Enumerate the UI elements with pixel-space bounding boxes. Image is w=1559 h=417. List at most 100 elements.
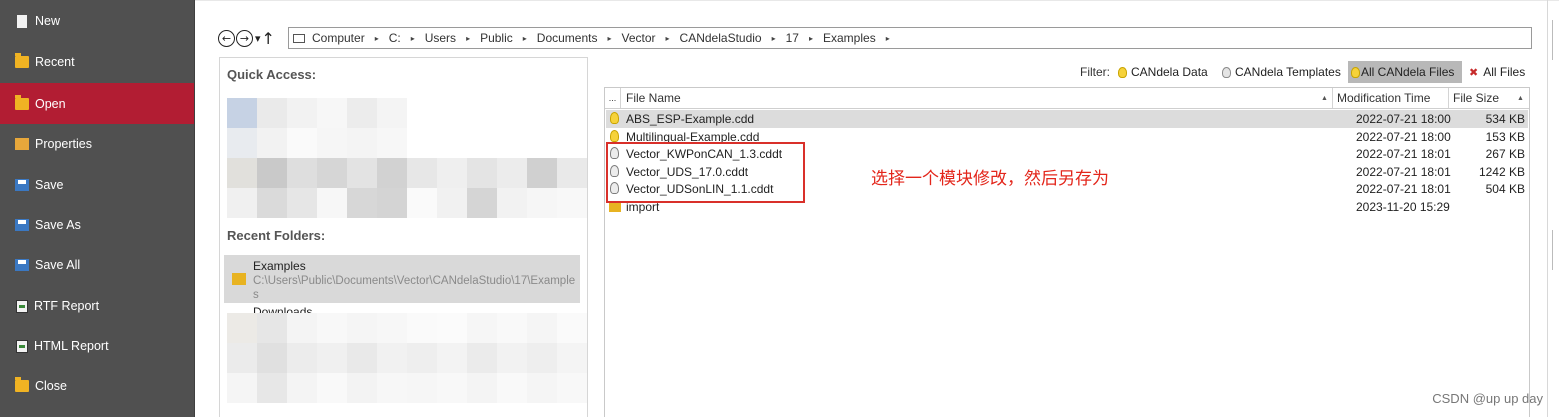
recent-folder-name: Examples xyxy=(253,259,306,273)
filter-candela-data[interactable]: CANdela Data xyxy=(1118,61,1216,83)
menu-rtf-report[interactable]: RTF Report xyxy=(0,286,194,326)
folder-outline-icon xyxy=(293,33,305,43)
folder-icon xyxy=(15,53,29,68)
file-size: 267 KB xyxy=(1485,147,1525,161)
menu-new-label: New xyxy=(35,14,61,28)
file-time: 2022-07-21 18:00 xyxy=(1356,129,1451,144)
crumb-candelastudio[interactable]: CANdelaStudio xyxy=(680,31,762,45)
file-time: 2022-07-21 18:00 xyxy=(1356,112,1451,126)
crumb-separator-icon[interactable]: ▸ xyxy=(411,34,415,43)
crumb-public[interactable]: Public xyxy=(480,31,513,45)
crumb-17[interactable]: 17 xyxy=(786,31,799,45)
file-row[interactable]: ABS_ESP-Example.cdd 2022-07-21 18:00 534… xyxy=(606,110,1528,128)
close-folder-icon xyxy=(15,377,29,392)
menu-properties-label: Properties xyxy=(35,137,92,151)
crumb-separator-icon[interactable]: ▸ xyxy=(375,34,379,43)
crumb-separator-icon[interactable]: ▸ xyxy=(466,34,470,43)
recent-folder-item[interactable]: Examples C:\Users\Public\Documents\Vecto… xyxy=(224,255,580,303)
crumb-separator-icon[interactable]: ▸ xyxy=(523,34,527,43)
sort-indicator-icon: ▲ xyxy=(1517,94,1524,102)
crumb-examples[interactable]: Examples xyxy=(823,31,876,45)
crumb-separator-icon[interactable]: ▸ xyxy=(666,34,670,43)
html-report-icon xyxy=(16,339,28,353)
up-folder-icon[interactable]: ↑ xyxy=(262,29,275,48)
menu-save-as-label: Save As xyxy=(35,218,81,232)
top-divider xyxy=(195,0,1559,1)
crumb-users[interactable]: Users xyxy=(425,31,456,45)
save-all-icon xyxy=(15,259,29,271)
crumb-vector[interactable]: Vector xyxy=(622,31,656,45)
file-size: 504 KB xyxy=(1485,182,1525,196)
menu-open-label: Open xyxy=(35,96,66,111)
menu-open[interactable]: Open xyxy=(0,83,194,124)
bulb-yellow-icon xyxy=(610,112,619,124)
right-panel-edge xyxy=(1547,0,1559,417)
quick-access-items-redacted[interactable] xyxy=(227,98,407,158)
menu-save-all-label: Save All xyxy=(35,258,81,272)
forward-arrow-icon: → xyxy=(239,32,250,45)
filter-all-candela-files-label: All CANdela Files xyxy=(1361,65,1455,79)
clear-filter-icon: ✖ xyxy=(1469,65,1479,79)
navigation-buttons: ← → ▾ ↑ xyxy=(218,29,275,48)
annotation-highlight-box xyxy=(606,142,805,203)
back-button[interactable]: ← xyxy=(218,30,235,47)
folder-icon xyxy=(232,273,246,285)
folder-icon xyxy=(609,201,621,212)
recent-folders-title: Recent Folders: xyxy=(227,228,326,243)
save-icon xyxy=(15,179,29,191)
bulb-yellow-icon xyxy=(610,129,619,142)
menu-close[interactable]: Close xyxy=(0,366,194,406)
file-size: 1242 KB xyxy=(1478,164,1525,179)
properties-icon xyxy=(15,138,29,150)
bulb-white-icon xyxy=(1222,66,1231,78)
filter-candela-data-label: CANdela Data xyxy=(1131,65,1208,79)
menu-save-all[interactable]: Save All xyxy=(0,245,194,285)
sort-ascending-icon: ▲ xyxy=(1321,94,1328,102)
column-expander[interactable]: ... xyxy=(605,88,621,108)
filter-candela-templates[interactable]: CANdela Templates xyxy=(1222,61,1346,83)
file-time: 2023-11-20 15:29 xyxy=(1356,199,1450,214)
column-file-size[interactable]: File Size ▲ xyxy=(1449,88,1529,108)
quick-access-items-redacted-2[interactable] xyxy=(227,158,587,218)
crumb-separator-icon[interactable]: ▸ xyxy=(772,34,776,43)
backstage-sidebar: New Recent Open Properties Save Save As … xyxy=(0,0,195,417)
column-file-size-label: File Size xyxy=(1453,91,1500,105)
address-breadcrumb[interactable]: Computer ▸ C: ▸ Users ▸ Public ▸ Documen… xyxy=(288,27,1532,49)
forward-button[interactable]: → xyxy=(236,30,253,47)
menu-close-label: Close xyxy=(35,379,67,393)
filter-all-files[interactable]: ✖ All Files xyxy=(1469,61,1531,83)
recent-folders-redacted[interactable] xyxy=(227,313,587,403)
crumb-drive-c[interactable]: C: xyxy=(389,31,401,45)
menu-save[interactable]: Save xyxy=(0,165,194,205)
menu-recent[interactable]: Recent xyxy=(0,42,194,82)
menu-html-report[interactable]: HTML Report xyxy=(0,326,194,366)
crumb-separator-icon[interactable]: ▸ xyxy=(607,34,611,43)
crumb-separator-icon[interactable]: ▸ xyxy=(809,34,813,43)
rtf-report-icon xyxy=(16,299,28,313)
new-document-icon xyxy=(17,14,27,28)
menu-rtf-report-label: RTF Report xyxy=(34,299,100,313)
column-file-name-label: File Name xyxy=(626,91,681,105)
file-size: 153 KB xyxy=(1485,129,1525,144)
crumb-computer[interactable]: Computer xyxy=(312,31,365,45)
menu-properties[interactable]: Properties xyxy=(0,124,194,164)
crumb-separator-icon[interactable]: ▸ xyxy=(886,34,890,43)
quick-access-title: Quick Access: xyxy=(227,67,317,82)
history-dropdown-icon[interactable]: ▾ xyxy=(255,32,261,45)
menu-html-report-label: HTML Report xyxy=(34,339,109,353)
filter-label: Filter: xyxy=(1080,65,1110,79)
filter-all-files-label: All Files xyxy=(1483,65,1526,79)
column-file-name[interactable]: File Name ▲ xyxy=(621,88,1333,108)
recent-folder-path: C:\Users\Public\Documents\Vector\CANdela… xyxy=(253,275,576,301)
filter-candela-templates-label: CANdela Templates xyxy=(1235,65,1341,79)
filter-all-candela-files[interactable]: All CANdela Files xyxy=(1348,61,1462,83)
menu-save-as[interactable]: Save As xyxy=(0,205,194,245)
column-modification-time[interactable]: Modification Time xyxy=(1333,88,1449,108)
crumb-documents[interactable]: Documents xyxy=(537,31,598,45)
save-as-icon xyxy=(15,219,29,231)
file-list-header: ... File Name ▲ Modification Time File S… xyxy=(605,88,1529,109)
file-time: 2022-07-21 18:01 xyxy=(1356,182,1451,196)
bulb-yellow-icon xyxy=(1118,66,1127,78)
recent-folder-name-partial[interactable]: Downloads xyxy=(253,305,312,313)
menu-new[interactable]: New xyxy=(0,1,194,41)
